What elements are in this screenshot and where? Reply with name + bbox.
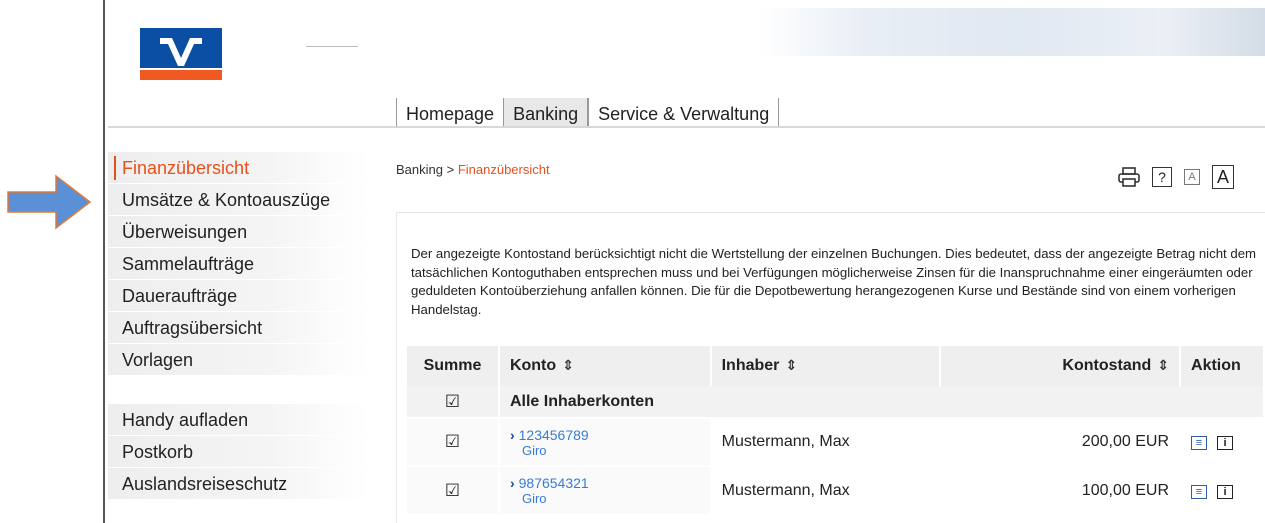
sort-konto-icon[interactable]: ⇕	[562, 357, 574, 373]
sidebar-item-sammelauftraege[interactable]: Sammelaufträge	[108, 248, 368, 280]
sidebar-services-group: Handy aufladen Postkorb Auslandsreisesch…	[108, 404, 368, 500]
tab-homepage[interactable]: Homepage	[396, 98, 503, 128]
sidebar-item-umsaetze-kontoauszuege[interactable]: Umsätze & Kontoauszüge	[108, 184, 368, 216]
chevron-right-icon: ›	[509, 475, 515, 491]
col-konto[interactable]: Konto ⇕	[498, 346, 712, 386]
all-accounts-label: Alle Inhaberkonten	[498, 386, 1265, 418]
bank-logo[interactable]	[140, 28, 222, 80]
volksbank-logo-icon	[160, 38, 202, 66]
printer-icon[interactable]	[1118, 167, 1140, 187]
main-nav-tabs: Homepage Banking Service & Verwaltung	[396, 98, 780, 128]
font-size-large-icon[interactable]: A	[1212, 165, 1234, 189]
account-link[interactable]: › 123456789	[510, 427, 700, 443]
logo-orange-bar	[140, 70, 222, 80]
table-row: ☑ › 123456789 Giro Mustermann, Max 200,00…	[407, 417, 1265, 466]
sidebar-banking-group: Finanzübersicht Umsätze & Kontoauszüge Ü…	[108, 152, 368, 376]
cell-kontostand: 100,00 EUR	[940, 465, 1182, 514]
cell-check: ☑	[407, 417, 500, 466]
cell-kontostand: 200,00 EUR	[940, 417, 1182, 466]
sidebar-item-dauerauftraege[interactable]: Daueraufträge	[108, 280, 368, 312]
info-icon[interactable]: i	[1217, 484, 1234, 499]
sidebar-item-auslandsreiseschutz[interactable]: Auslandsreiseschutz	[108, 468, 368, 500]
cell-check: ☑	[407, 386, 500, 418]
header-divider	[108, 126, 1265, 128]
transactions-icon[interactable]: ≡	[1191, 484, 1208, 499]
row-actions: ≡ i	[1191, 436, 1234, 450]
sidebar-item-handy-aufladen[interactable]: Handy aufladen	[108, 404, 368, 436]
tab-banking[interactable]: Banking	[503, 98, 589, 128]
breadcrumb-current: Finanzübersicht	[457, 162, 550, 177]
sidebar: Finanzübersicht Umsätze & Kontoauszüge Ü…	[108, 152, 368, 500]
sidebar-item-vorlagen[interactable]: Vorlagen	[108, 344, 368, 376]
col-aktion-label: Aktion	[1191, 357, 1241, 374]
col-summe: Summe	[407, 346, 500, 386]
sidebar-item-finanzuebersicht[interactable]: Finanzübersicht	[108, 152, 368, 184]
all-accounts-checkbox[interactable]: ☑	[445, 392, 460, 412]
sidebar-item-ueberweisungen[interactable]: Überweisungen	[108, 216, 368, 248]
col-inhaber[interactable]: Inhaber ⇕	[710, 346, 942, 386]
highlight-arrow-icon	[7, 174, 92, 230]
accounts-table: Summe Konto ⇕ Inhaber ⇕ Kontostand ⇕ Aktion…	[407, 346, 1265, 514]
account-type: Giro	[521, 491, 547, 506]
breadcrumb: Banking > Finanzübersicht	[396, 162, 550, 177]
breadcrumb-root[interactable]: Banking	[396, 162, 443, 177]
sort-inhaber-icon[interactable]: ⇕	[785, 357, 797, 373]
account-checkbox[interactable]: ☑	[445, 432, 460, 452]
account-type: Giro	[521, 442, 547, 458]
page-edge	[103, 0, 105, 523]
sidebar-item-auftragsuebersicht[interactable]: Auftragsübersicht	[108, 312, 368, 344]
col-konto-label: Konto	[509, 357, 557, 374]
transactions-icon[interactable]: ≡	[1191, 436, 1208, 450]
cell-check: ☑	[407, 465, 500, 514]
account-checkbox[interactable]: ☑	[445, 481, 460, 501]
account-link[interactable]: › 987654321	[510, 475, 700, 491]
col-kontostand[interactable]: Kontostand ⇕	[940, 346, 1182, 386]
table-row: ☑ › 987654321 Giro Mustermann, Max 100,00…	[407, 465, 1265, 514]
col-kontostand-label: Kontostand	[1062, 357, 1152, 374]
cell-konto: › 987654321 Giro	[498, 465, 712, 514]
balance-notice: Der angezeigte Kontostand berücksichtigt…	[411, 246, 1257, 317]
banking-page: Homepage Banking Service & Verwaltung Fi…	[0, 0, 1265, 523]
breadcrumb-separator: >	[446, 162, 455, 177]
account-number: 123456789	[518, 426, 589, 443]
chevron-right-icon: ›	[509, 426, 515, 443]
header-banner	[760, 8, 1265, 56]
table-row-all-accounts: ☑ Alle Inhaberkonten	[407, 386, 1265, 418]
sidebar-item-postkorb[interactable]: Postkorb	[108, 436, 368, 468]
font-size-small-icon[interactable]: A	[1184, 169, 1200, 185]
cell-inhaber: Mustermann, Max	[710, 417, 942, 466]
account-number: 987654321	[518, 475, 589, 491]
info-icon[interactable]: i	[1217, 436, 1234, 450]
help-icon[interactable]: ?	[1152, 167, 1172, 187]
tab-service-verwaltung[interactable]: Service & Verwaltung	[588, 98, 780, 128]
logo-divider	[306, 46, 358, 47]
cell-aktion: ≡ i	[1180, 417, 1265, 466]
page-tools: ? A A	[1118, 165, 1234, 189]
sort-kontostand-icon[interactable]: ⇕	[1157, 357, 1169, 373]
cell-aktion: ≡ i	[1180, 465, 1265, 514]
col-summe-label: Summe	[423, 357, 482, 374]
col-inhaber-label: Inhaber	[721, 357, 780, 374]
table-header-row: Summe Konto ⇕ Inhaber ⇕ Kontostand ⇕ Aktion	[407, 346, 1265, 386]
row-actions: ≡ i	[1191, 484, 1234, 499]
cell-konto: › 123456789 Giro	[498, 417, 712, 466]
cell-inhaber: Mustermann, Max	[710, 465, 942, 514]
col-aktion: Aktion	[1180, 346, 1265, 386]
